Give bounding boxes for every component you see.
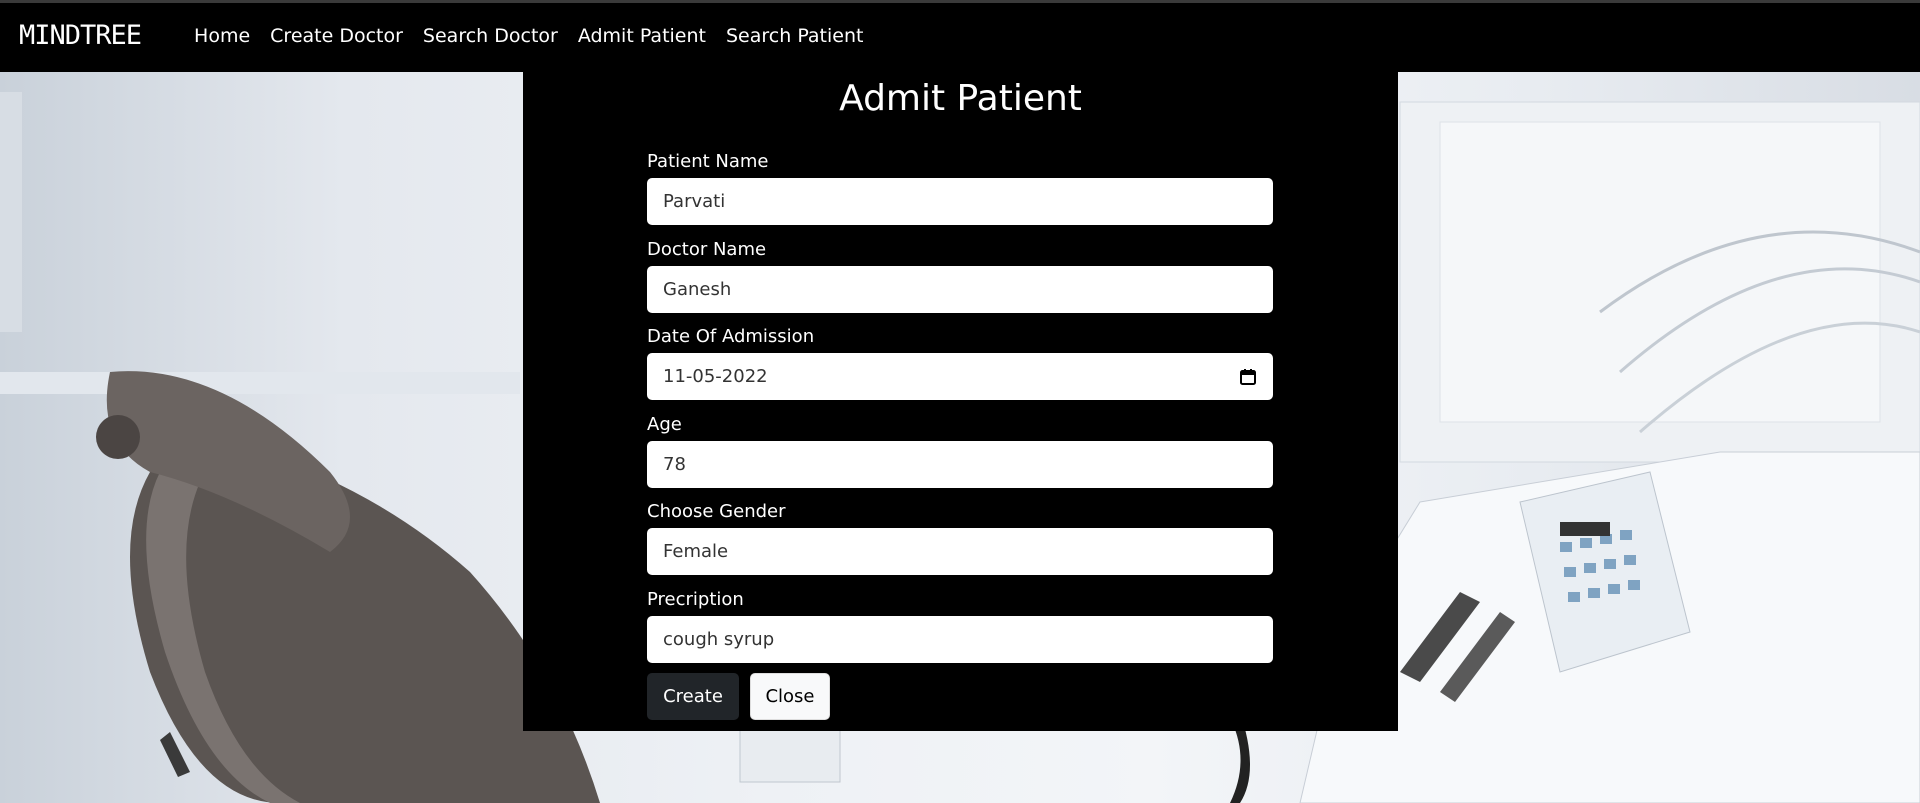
patient-name-label: Patient Name (647, 151, 769, 172)
top-navbar: MINDTREE Home Create Doctor Search Docto… (0, 0, 1920, 72)
prescription-input[interactable]: cough syrup (647, 616, 1273, 663)
close-button[interactable]: Close (750, 673, 830, 720)
patient-name-input[interactable]: Parvati (647, 178, 1273, 225)
nav-links: Home Create Doctor Search Doctor Admit P… (184, 25, 873, 47)
prescription-label: Precription (647, 589, 744, 610)
nav-search-patient[interactable]: Search Patient (716, 25, 873, 47)
gender-select[interactable]: Female (647, 528, 1273, 575)
nav-search-doctor[interactable]: Search Doctor (413, 25, 568, 47)
calendar-icon[interactable] (1239, 368, 1257, 386)
doctor-name-input[interactable]: Ganesh (647, 266, 1273, 313)
admission-date-label: Date Of Admission (647, 326, 815, 347)
admission-date-value: 11-05-2022 (663, 366, 768, 387)
admit-patient-form: Admit Patient Patient Name Parvati Docto… (523, 72, 1398, 731)
create-button[interactable]: Create (647, 673, 739, 720)
form-title: Admit Patient (839, 78, 1082, 119)
nav-admit-patient[interactable]: Admit Patient (568, 25, 716, 47)
prescription-value: cough syrup (663, 629, 775, 650)
age-label: Age (647, 414, 682, 435)
brand-logo[interactable]: MINDTREE (19, 20, 142, 51)
admission-date-input[interactable]: 11-05-2022 (647, 353, 1273, 400)
gender-value: Female (663, 541, 729, 562)
age-value: 78 (663, 454, 686, 475)
gender-label: Choose Gender (647, 501, 786, 522)
nav-create-doctor[interactable]: Create Doctor (260, 25, 413, 47)
patient-name-value: Parvati (663, 191, 726, 212)
doctor-name-value: Ganesh (663, 279, 732, 300)
doctor-name-label: Doctor Name (647, 239, 767, 260)
age-input[interactable]: 78 (647, 441, 1273, 488)
nav-home[interactable]: Home (184, 25, 260, 47)
